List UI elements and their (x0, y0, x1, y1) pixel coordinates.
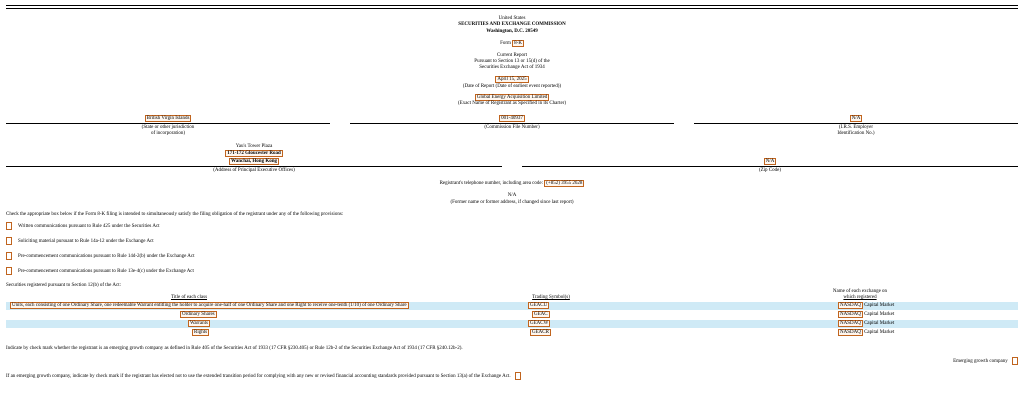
address-city-row: Wanchai, Hong Kong (6, 158, 502, 165)
checkbox-item[interactable]: Soliciting material pursuant to Rule 14a… (6, 237, 154, 245)
form-type[interactable]: 8-K (512, 40, 524, 47)
jurisdiction-col: British Virgin Islands (6, 115, 330, 122)
top-rule-2 (6, 8, 1018, 9)
checkbox-label: Pre-commencement communications pursuant… (18, 254, 195, 260)
commission-col: 001-40937 (350, 115, 674, 122)
row-title: Units, each consisting of one Ordinary S… (10, 302, 409, 309)
row-market: Capital Market (864, 312, 895, 317)
row-title: Ordinary Shares (180, 311, 217, 318)
row-symbol-value[interactable]: GEACW (528, 320, 551, 327)
ein-line (694, 123, 1018, 124)
zip-caption: (Zip Code) (758, 168, 782, 173)
checkbox-label: Soliciting material pursuant to Rule 14a… (18, 239, 154, 245)
jurisdiction-caption-2: of incorporation) (150, 131, 186, 136)
checkbox-item[interactable]: Pre-commencement communications pursuant… (6, 267, 194, 275)
jurisdiction-value[interactable]: British Virgin Islands (144, 115, 192, 122)
ein-col: N/A (694, 115, 1018, 122)
checkbox-item[interactable]: Pre-commencement communications pursuant… (6, 252, 194, 260)
report-date-row: April 15, 2025 (0, 76, 1024, 83)
top-rule-1 (6, 5, 1018, 6)
egc-row: Emerging growth company (953, 357, 1018, 365)
commission-file-value[interactable]: 001-40937 (499, 115, 525, 122)
row-exchange-value[interactable]: NASDAQ (838, 329, 863, 336)
row-market: Capital Market (864, 303, 895, 308)
row-symbol: GEAC (532, 311, 550, 318)
address-caption: (Address of Principal Executive Offices) (213, 168, 295, 173)
row-market: Capital Market (864, 330, 895, 335)
address-city[interactable]: Wanchai, Hong Kong (229, 158, 279, 165)
table-row: Ordinary Shares GEAC NASDAQ Capital Mark… (6, 311, 1018, 319)
row-exchange-value[interactable]: NASDAQ (838, 302, 863, 309)
report-date[interactable]: April 15, 2025 (495, 76, 529, 83)
row-title-value[interactable]: Units, each consisting of one Ordinary S… (10, 302, 409, 309)
row-exchange: NASDAQ Capital Market (838, 329, 895, 336)
row-exchange: NASDAQ Capital Market (838, 320, 895, 327)
row-symbol: GEACR (530, 329, 551, 336)
row-symbol: GEACU (528, 302, 550, 309)
row-title: Warrants (188, 320, 210, 327)
pursuant-line-2: Securities Exchange Act of 1934 (479, 65, 545, 70)
zip-value[interactable]: N/A (763, 158, 777, 165)
registrant-caption: (Exact Name of Registrant as Specified i… (457, 101, 567, 106)
row-symbol: GEACW (528, 320, 551, 327)
instructions-text: Check the appropriate box below if the F… (6, 212, 344, 217)
jurisdiction-line (6, 123, 330, 124)
zip-row: N/A (522, 158, 1018, 165)
checkbox-icon[interactable] (6, 252, 12, 260)
row-exchange-value[interactable]: NASDAQ (838, 320, 863, 327)
transition-row: If an emerging growth company, indicate … (6, 372, 521, 380)
emerging-growth-text: Indicate by check mark whether the regis… (6, 346, 463, 351)
securities-intro: Securities registered pursuant to Sectio… (6, 283, 121, 288)
table-row: Units, each consisting of one Ordinary S… (6, 302, 1018, 310)
address-line (6, 166, 502, 167)
former-caption: (Former name or former address, if chang… (450, 200, 574, 205)
header-agency: SECURITIES AND EXCHANGE COMMISSION (458, 22, 566, 27)
row-symbol-value[interactable]: GEACR (530, 329, 551, 336)
transition-text: If an emerging growth company, indicate … (6, 374, 511, 380)
report-date-caption: (Date of Report (Date of earliest event … (462, 84, 562, 89)
transition-checkbox-icon[interactable] (514, 372, 521, 380)
registrant-name[interactable]: Global Energy Acquisition Limited (474, 94, 550, 101)
form-title: Form 8-K (0, 40, 1024, 47)
header-exchange-2: which registered (843, 295, 877, 300)
header-title-of-class: Title of each class (170, 295, 208, 300)
checkbox-item[interactable]: Written communications pursuant to Rule … (6, 222, 160, 230)
row-title-value[interactable]: Rights (192, 329, 210, 336)
row-title: Rights (192, 329, 210, 336)
egc-checkbox-icon[interactable] (1012, 357, 1018, 365)
row-exchange: NASDAQ Capital Market (838, 302, 895, 309)
row-exchange-value[interactable]: NASDAQ (838, 311, 863, 318)
address-street-row: 171-172 Gloucester Road (6, 150, 502, 157)
former-value: N/A (507, 193, 517, 198)
phone-row: Registrant's telephone number, including… (0, 180, 1024, 187)
ein-caption-2: Identification No.) (837, 131, 875, 136)
row-symbol-value[interactable]: GEACU (528, 302, 550, 309)
zip-line (522, 166, 1018, 167)
phone-label: Registrant's telephone number, including… (439, 181, 544, 186)
checkbox-icon[interactable] (6, 237, 12, 245)
row-title-value[interactable]: Warrants (188, 320, 210, 327)
row-exchange: NASDAQ Capital Market (838, 311, 895, 318)
commission-line (350, 123, 674, 124)
ein-value[interactable]: N/A (849, 115, 863, 122)
form-prefix: Form (500, 41, 511, 46)
checkbox-icon[interactable] (6, 222, 12, 230)
header-trading-symbol: Trading Symbol(s) (532, 295, 570, 300)
row-symbol-value[interactable]: GEAC (532, 311, 550, 318)
table-row: Rights GEACR NASDAQ Capital Market (6, 329, 1018, 337)
checkbox-label: Pre-commencement communications pursuant… (18, 269, 194, 275)
address-street[interactable]: 171-172 Gloucester Road (225, 150, 283, 157)
table-row: Warrants GEACW NASDAQ Capital Market (6, 320, 1018, 328)
row-title-value[interactable]: Ordinary Shares (180, 311, 217, 318)
commission-caption: (Commission File Number) (484, 125, 540, 130)
header-city: Washington, D.C. 20549 (486, 29, 538, 34)
phone-number[interactable]: (+852) 3955 2628 (544, 180, 585, 187)
checkbox-icon[interactable] (6, 267, 12, 275)
egc-label: Emerging growth company (953, 359, 1008, 365)
row-market: Capital Market (864, 321, 895, 326)
checkbox-label: Written communications pursuant to Rule … (18, 224, 160, 230)
